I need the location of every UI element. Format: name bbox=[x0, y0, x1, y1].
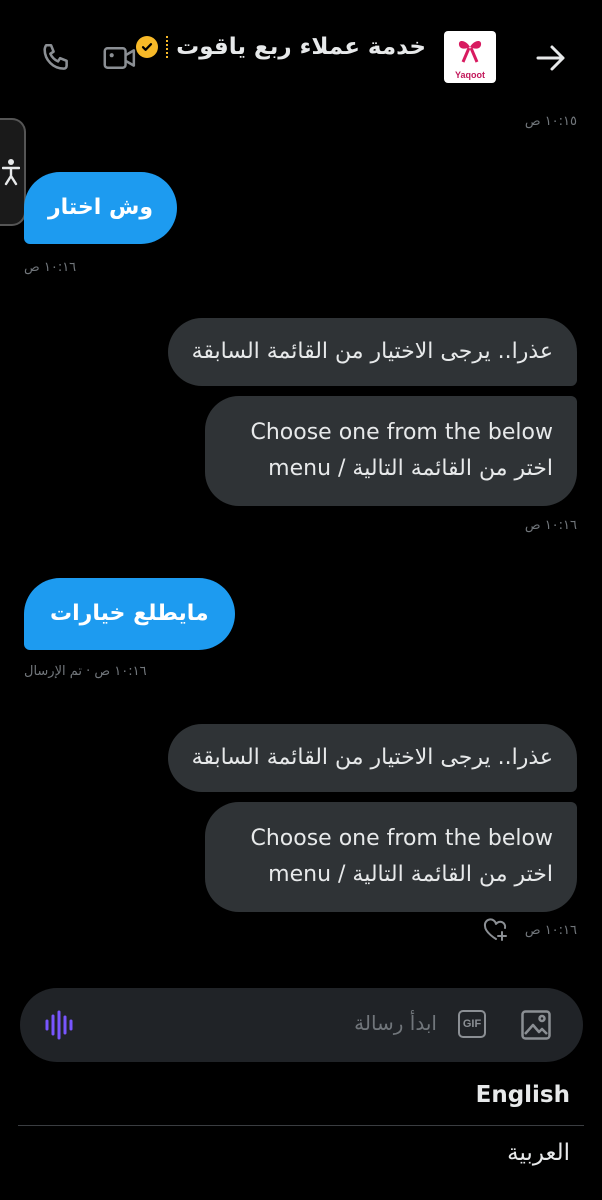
conversation-title: خدمة عملاء ربع ياقوت bbox=[176, 34, 426, 60]
received-message-bubble[interactable]: عذرا.. يرجى الاختيار من القائمة السابقة bbox=[167, 724, 577, 792]
message-timestamp: ١٠:١٥ ص bbox=[524, 114, 577, 129]
message-text: مايطلع خيارات bbox=[50, 601, 209, 626]
message-text-line: Choose one from the below bbox=[250, 826, 554, 851]
keyboard-language-english[interactable]: English bbox=[476, 1082, 570, 1108]
divider bbox=[18, 1125, 584, 1126]
back-arrow-icon[interactable] bbox=[530, 38, 572, 78]
phone-call-icon[interactable] bbox=[36, 38, 76, 78]
sent-message-bubble[interactable]: وش اختار bbox=[24, 172, 177, 244]
voice-message-icon[interactable] bbox=[42, 1008, 78, 1042]
logo-text: Yaqoot bbox=[454, 70, 485, 80]
verified-badge-icon bbox=[136, 36, 159, 58]
video-call-icon[interactable] bbox=[100, 38, 140, 78]
title-separator-icon bbox=[166, 36, 170, 58]
image-upload-icon[interactable] bbox=[520, 1009, 552, 1041]
message-text-line: menu / اختر من القائمة التالية bbox=[268, 456, 553, 481]
message-input[interactable]: ابدأ رسالة bbox=[354, 1011, 437, 1035]
accessibility-icon bbox=[2, 159, 20, 186]
message-timestamp: ١٠:١٦ ص bbox=[524, 923, 577, 938]
ribbon-logo-icon bbox=[458, 41, 482, 63]
message-timestamp: ١٠:١٦ ص · تم الإرسال bbox=[24, 664, 147, 679]
message-timestamp: ١٠:١٦ ص bbox=[24, 260, 77, 275]
message-timestamp: ١٠:١٦ ص bbox=[524, 518, 577, 533]
message-text: وش اختار bbox=[48, 195, 153, 220]
message-text-line: menu / اختر من القائمة التالية bbox=[268, 862, 553, 887]
received-message-bubble[interactable]: Choose one from the below menu / اختر من… bbox=[205, 802, 577, 912]
message-composer: ابدأ رسالة GIF bbox=[20, 988, 583, 1062]
page-title[interactable]: خدمة عملاء ربع ياقوت bbox=[136, 34, 426, 60]
gif-button[interactable]: GIF bbox=[458, 1010, 486, 1038]
message-text: عذرا.. يرجى الاختيار من القائمة السابقة bbox=[191, 339, 553, 364]
accessibility-tab[interactable] bbox=[0, 118, 26, 226]
message-text: عذرا.. يرجى الاختيار من القائمة السابقة bbox=[191, 745, 553, 770]
message-text-line: Choose one from the below bbox=[250, 420, 554, 445]
received-message-bubble[interactable]: عذرا.. يرجى الاختيار من القائمة السابقة bbox=[167, 318, 577, 386]
sent-message-bubble[interactable]: مايطلع خيارات bbox=[24, 578, 235, 650]
gif-label: GIF bbox=[462, 1018, 482, 1030]
keyboard-language-arabic[interactable]: العربية bbox=[507, 1140, 570, 1166]
received-message-bubble[interactable]: Choose one from the below menu / اختر من… bbox=[205, 396, 577, 506]
yaqoot-logo[interactable]: Yaqoot bbox=[444, 31, 496, 83]
add-reaction-icon[interactable] bbox=[482, 918, 512, 944]
